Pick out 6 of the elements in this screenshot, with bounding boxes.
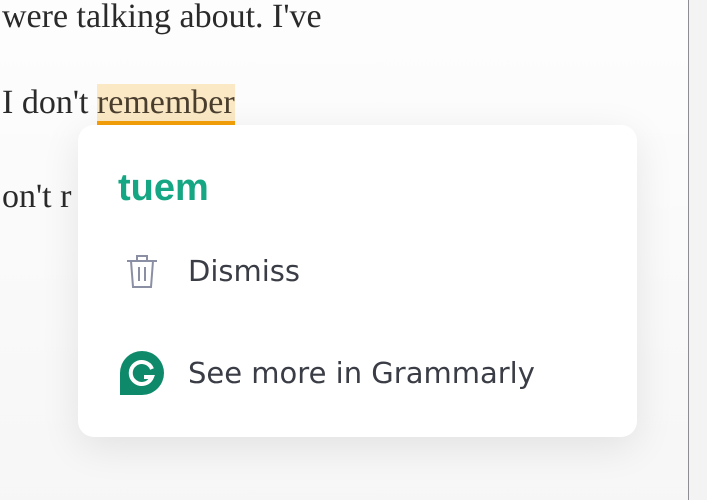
trash-icon <box>125 253 159 289</box>
dismiss-button[interactable]: Dismiss <box>118 251 300 291</box>
see-more-button[interactable]: See more in Grammarly <box>118 349 535 397</box>
document-text: were talking about. I've <box>2 0 322 37</box>
document-text: on't r <box>2 177 72 217</box>
logo-icon <box>118 349 166 397</box>
